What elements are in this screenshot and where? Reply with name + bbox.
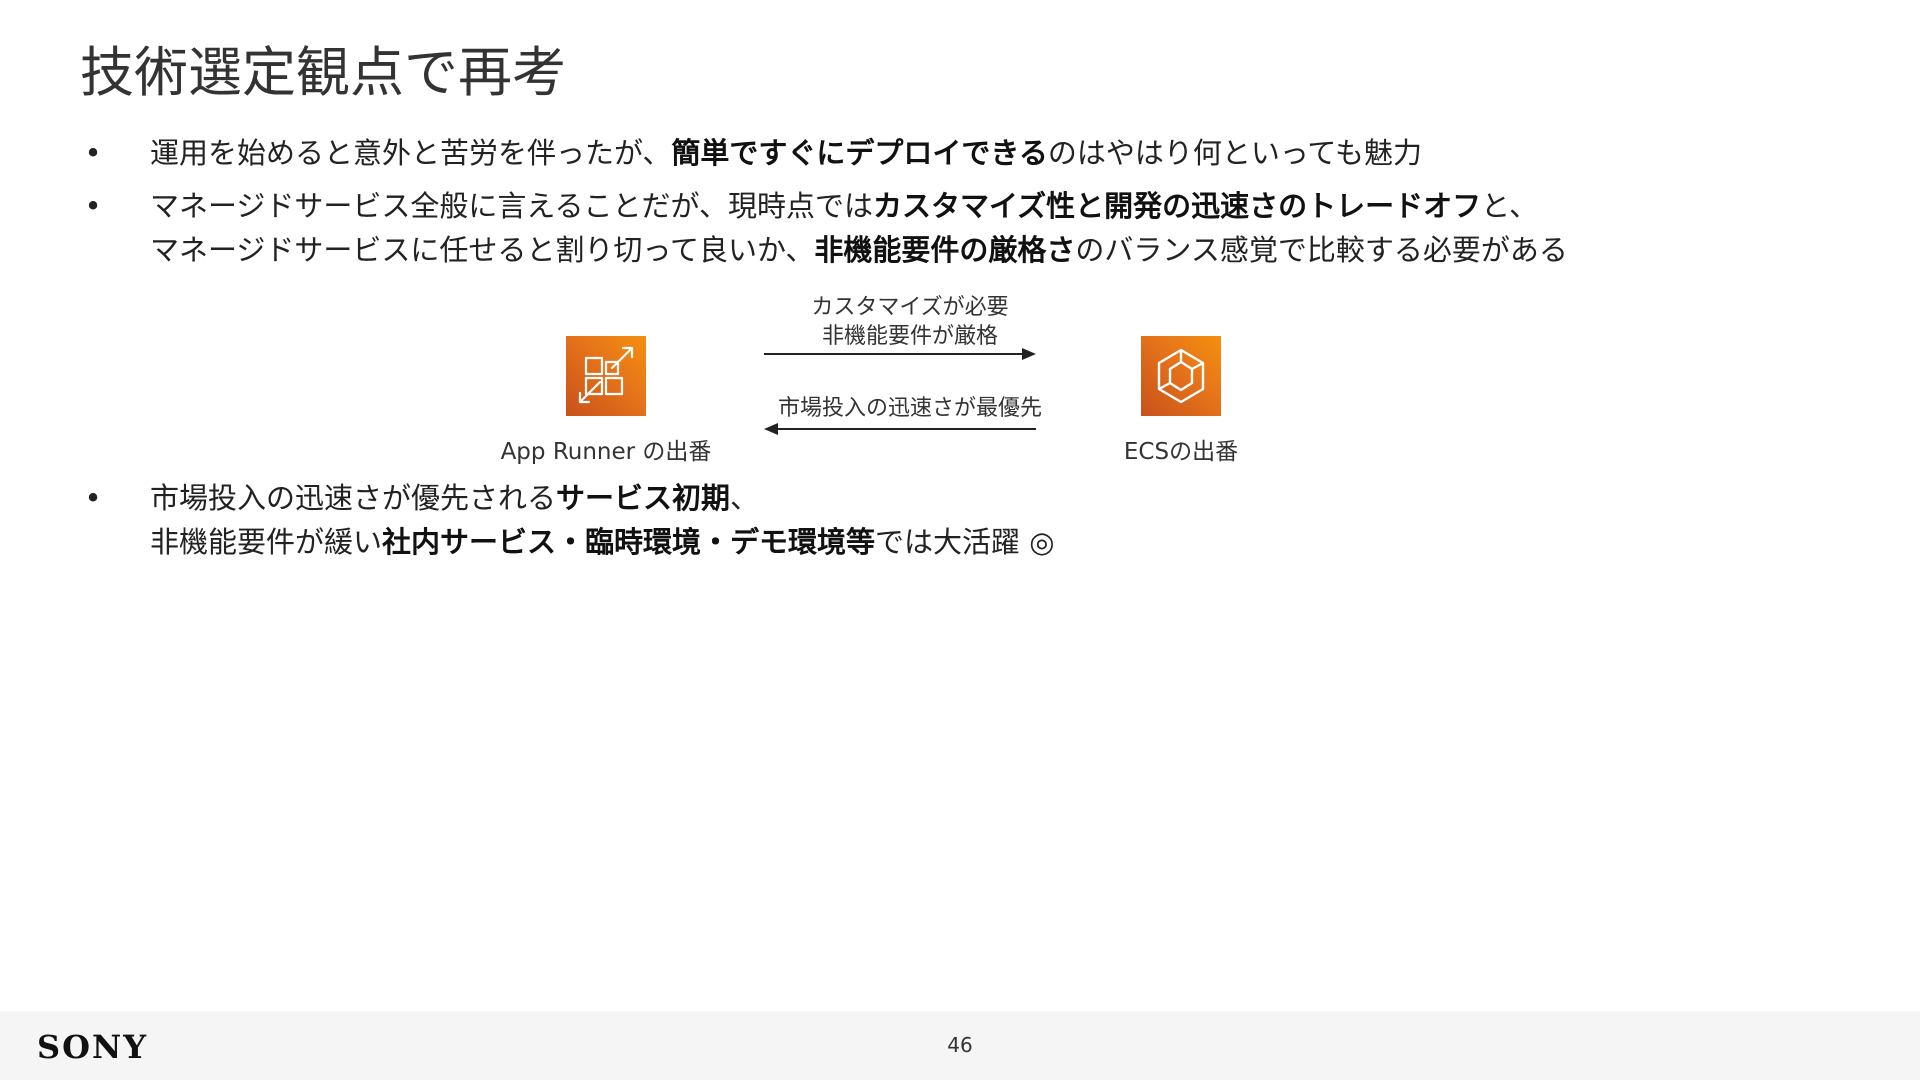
text-run: マネージドサービス全般に言えることだが、現時点では [150, 189, 873, 223]
bullet-line: マネージドサービスに任せると割り切って良いか、非機能要件の厳格さのバランス感覚で… [150, 228, 1568, 272]
bold-text-run: 社内サービス・臨時環境・デモ環境等 [382, 525, 876, 559]
text-run: 、 [730, 481, 760, 515]
bold-text-run: 非機能要件の厳格さ [814, 233, 1076, 267]
text-run: 運用を始めると意外と苦労を伴ったが、 [150, 136, 672, 170]
text-run: のはやはり何といっても魅力 [1047, 136, 1422, 170]
slide-footer: SONY 46 [0, 1011, 1920, 1080]
bold-text-run: カスタマイズ性と開発の迅速さのトレードオフ [872, 189, 1482, 223]
bullet-text: 運用を始めると意外と苦労を伴ったが、簡単ですぐにデプロイできるのはやはり何といっ… [150, 131, 1422, 175]
arrow-right-caption: カスタマイズが必要 非機能要件が厳格 [760, 293, 1060, 351]
bullet-line: マネージドサービス全般に言えることだが、現時点ではカスタマイズ性と開発の迅速さの… [150, 184, 1568, 228]
page-number: 46 [947, 1033, 973, 1057]
bullet-marker: • [84, 481, 102, 515]
arrow-left-caption-line: 市場投入の迅速さが最優先 [777, 396, 1042, 421]
bullet-line: 市場投入の迅速さが優先されるサービス初期、 [150, 476, 1055, 520]
bullet-line: 運用を始めると意外と苦労を伴ったが、簡単ですぐにデプロイできるのはやはり何といっ… [150, 131, 1422, 175]
text-run: のバランス感覚で比較する必要がある [1075, 233, 1568, 267]
text-run: マネージドサービスに任せると割り切って良いか、 [150, 233, 815, 267]
bullet-text: マネージドサービス全般に言えることだが、現時点ではカスタマイズ性と開発の迅速さの… [150, 184, 1568, 272]
app-runner-label: App Runner の出番 [500, 439, 712, 465]
ecs-icon [1141, 336, 1221, 416]
text-run: と、 [1481, 189, 1538, 223]
text-run: では大活躍 ◎ [875, 525, 1055, 559]
bullet-text: 市場投入の迅速さが優先されるサービス初期、 非機能要件が緩い社内サービス・臨時環… [150, 476, 1055, 564]
app-runner-icon [566, 336, 646, 416]
ecs-label: ECSの出番 [1123, 439, 1239, 465]
slide-title: 技術選定観点で再考 [80, 41, 566, 104]
text-run: 非機能要件が緩い [150, 525, 383, 559]
bold-text-run: サービス初期 [556, 481, 731, 515]
bullet-marker: • [84, 136, 102, 170]
arrow-right-caption-line: カスタマイズが必要 [811, 295, 1009, 320]
bold-text-run: 簡単ですぐにデプロイできる [671, 136, 1048, 170]
bullet-line: 非機能要件が緩い社内サービス・臨時環境・デモ環境等では大活躍 ◎ [150, 520, 1055, 564]
arrow-left-caption: 市場投入の迅速さが最優先 [760, 394, 1060, 423]
arrow-left-icon [764, 423, 1036, 435]
bullet-marker: • [84, 189, 102, 223]
ecs-glyph [1157, 348, 1205, 404]
app-runner-glyph [578, 346, 634, 404]
text-run: 市場投入の迅速さが優先される [150, 481, 557, 515]
arrow-right-icon [764, 348, 1036, 360]
sony-logo: SONY [37, 1028, 149, 1066]
